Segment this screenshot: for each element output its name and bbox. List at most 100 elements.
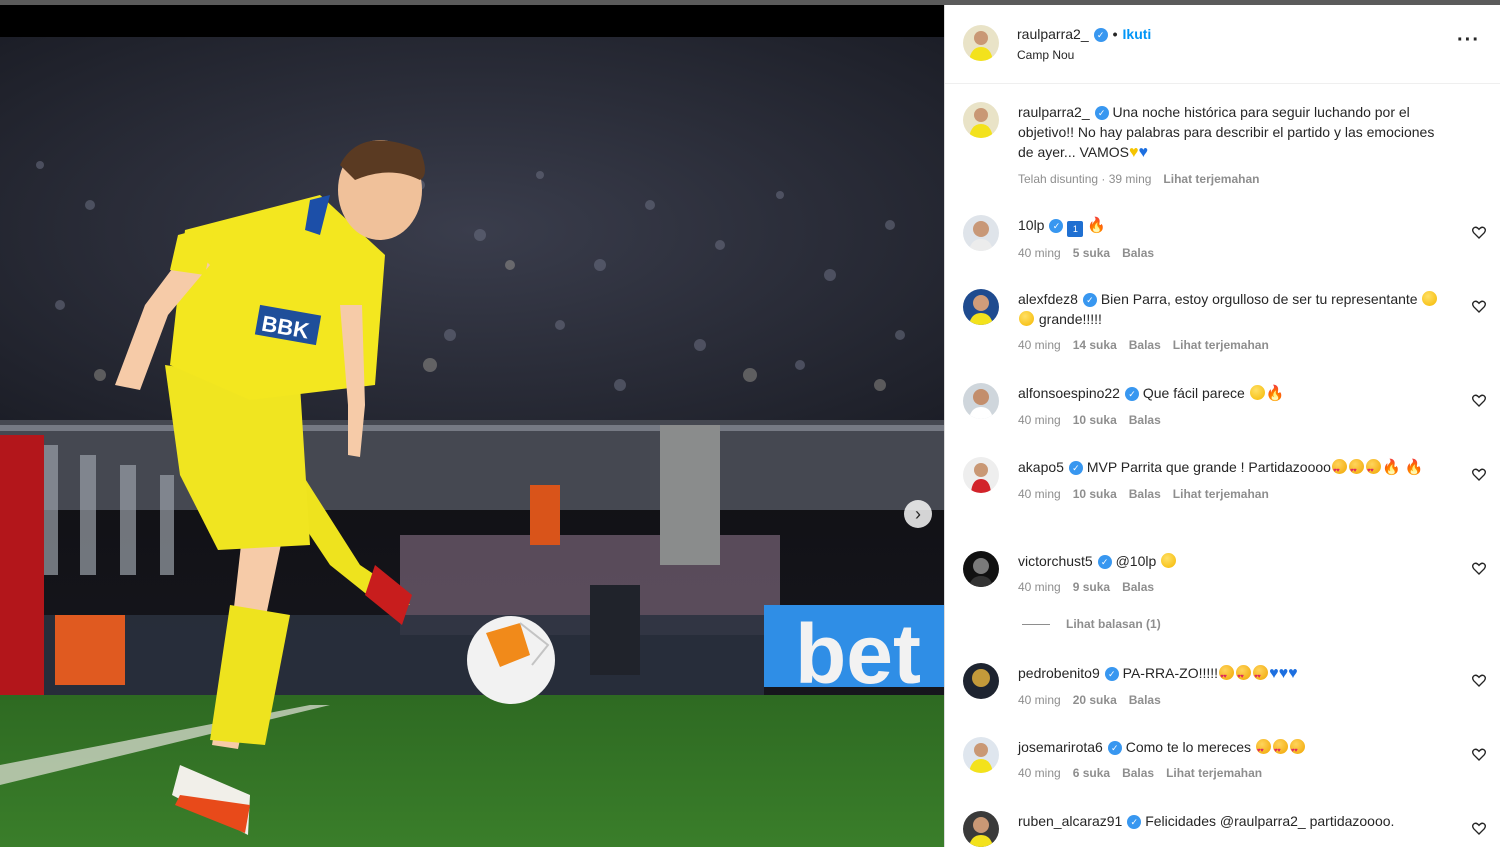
avatar[interactable] bbox=[963, 457, 999, 493]
comment-text: Que fácil parece bbox=[1142, 385, 1245, 401]
verified-badge-icon: ✓ bbox=[1127, 815, 1142, 830]
blue-square-emoji-icon: 1 bbox=[1067, 221, 1084, 237]
follow-button[interactable]: Ikuti bbox=[1123, 26, 1152, 42]
post-side-panel: raulparra2_ ✓ • Ikuti Camp Nou ··· raulparr… bbox=[944, 5, 1500, 847]
comment-likes[interactable]: 10 suka bbox=[1073, 413, 1117, 427]
avatar[interactable] bbox=[963, 663, 999, 699]
reply-link[interactable]: Balas bbox=[1122, 766, 1154, 780]
like-heart-icon[interactable] bbox=[1471, 672, 1487, 688]
reply-link[interactable]: Balas bbox=[1129, 693, 1161, 707]
comment-text: Felicidades @raulparra2_ partidazoooo. bbox=[1145, 813, 1395, 829]
comment-likes[interactable]: 6 suka bbox=[1073, 766, 1110, 780]
location-link[interactable]: Camp Nou bbox=[1017, 48, 1074, 62]
avatar[interactable] bbox=[963, 811, 999, 847]
comment-username[interactable]: josemarirota6 bbox=[1018, 739, 1103, 755]
heart-eyes-emoji-icon bbox=[1255, 739, 1271, 761]
caption-username[interactable]: raulparra2_ bbox=[1018, 104, 1090, 120]
comment-username[interactable]: 10lp bbox=[1018, 217, 1044, 233]
like-heart-icon[interactable] bbox=[1471, 746, 1487, 762]
like-heart-icon[interactable] bbox=[1471, 392, 1487, 408]
translate-link[interactable]: Lihat terjemahan bbox=[1166, 766, 1262, 780]
verified-badge-icon: ✓ bbox=[1124, 387, 1139, 402]
reply-link[interactable]: Balas bbox=[1122, 580, 1154, 594]
verified-badge-icon: ✓ bbox=[1097, 555, 1112, 570]
comment-username[interactable]: victorchust5 bbox=[1018, 553, 1093, 569]
caption-meta: Telah disunting · 39 ming Lihat terjemaha… bbox=[1018, 169, 1448, 189]
heart-eyes-emoji-icon bbox=[1272, 739, 1288, 761]
avatar[interactable] bbox=[963, 215, 999, 251]
comment-likes[interactable]: 5 suka bbox=[1073, 246, 1110, 260]
like-heart-icon[interactable] bbox=[1471, 820, 1487, 836]
comment-text: @10lp bbox=[1115, 553, 1157, 569]
comment-likes[interactable]: 9 suka bbox=[1073, 580, 1110, 594]
reply-link[interactable]: Balas bbox=[1122, 246, 1154, 260]
fire-emoji-icon: 🔥 bbox=[1404, 459, 1424, 476]
comment-time: 40 ming bbox=[1018, 766, 1061, 780]
heart-eyes-emoji-icon bbox=[1253, 665, 1269, 687]
reply-link[interactable]: Balas bbox=[1129, 338, 1161, 352]
post-media[interactable]: bet BBK › bbox=[0, 5, 944, 847]
comment-username[interactable]: ruben_alcaraz91 bbox=[1018, 813, 1122, 829]
comment-text: Como te lo mereces bbox=[1125, 739, 1251, 755]
heart-eyes-emoji-icon bbox=[1365, 459, 1381, 481]
blue-heart-icon: ♥ bbox=[1138, 144, 1149, 161]
verified-badge-icon: ✓ bbox=[1094, 106, 1109, 121]
comment-likes[interactable]: 14 suka bbox=[1073, 338, 1117, 352]
avatar[interactable] bbox=[963, 551, 999, 587]
heart-eyes-emoji-icon bbox=[1289, 739, 1305, 761]
heart-eyes-emoji-icon bbox=[1236, 665, 1252, 687]
comment-text: PA-RRA-ZO!!!!! bbox=[1122, 665, 1219, 681]
view-replies-button[interactable]: Lihat balasan (1) bbox=[1022, 617, 1161, 631]
comment-time: 40 ming bbox=[1018, 487, 1061, 501]
avatar[interactable] bbox=[963, 25, 999, 61]
like-heart-icon[interactable] bbox=[1471, 466, 1487, 482]
comment-time: 40 ming bbox=[1018, 413, 1061, 427]
heart-eyes-emoji-icon bbox=[1331, 459, 1347, 481]
fire-emoji-icon: 🔥 bbox=[1087, 217, 1106, 234]
comment-text-end: grande!!!!! bbox=[1038, 311, 1102, 327]
translate-link[interactable]: Lihat terjemahan bbox=[1173, 338, 1269, 352]
verified-badge-icon: ✓ bbox=[1093, 28, 1108, 43]
comments-list[interactable]: raulparra2_ ✓ Una noche histórica para se… bbox=[945, 84, 1500, 847]
blue-heart-icon: ♥ bbox=[1269, 665, 1279, 682]
separator-dot: • bbox=[1112, 26, 1118, 42]
comment-time: 40 ming bbox=[1018, 580, 1061, 594]
comment-username[interactable]: pedrobenito9 bbox=[1018, 665, 1100, 681]
avatar[interactable] bbox=[963, 102, 999, 138]
reply-link[interactable]: Balas bbox=[1129, 487, 1161, 501]
comment-likes[interactable]: 10 suka bbox=[1073, 487, 1117, 501]
verified-badge-icon: ✓ bbox=[1107, 741, 1122, 756]
comment-likes[interactable]: 20 suka bbox=[1073, 693, 1117, 707]
verified-badge-icon: ✓ bbox=[1068, 461, 1083, 476]
comment-username[interactable]: akapo5 bbox=[1018, 459, 1064, 475]
like-heart-icon[interactable] bbox=[1471, 298, 1487, 314]
avatar[interactable] bbox=[963, 383, 999, 419]
heart-eyes-emoji-icon bbox=[1219, 665, 1235, 687]
avatar[interactable] bbox=[963, 289, 999, 325]
header-user-line: raulparra2_ ✓ • Ikuti bbox=[1017, 26, 1152, 43]
stadium-photo: bet BBK bbox=[0, 5, 944, 847]
comment-username[interactable]: alexfdez8 bbox=[1018, 291, 1078, 307]
comment-time: 40 ming bbox=[1018, 246, 1061, 260]
clapping-hands-emoji-icon bbox=[1249, 385, 1265, 400]
comment-time: 40 ming bbox=[1018, 338, 1061, 352]
blue-heart-icon: ♥ bbox=[1278, 665, 1289, 682]
fire-emoji-icon: 🔥 bbox=[1265, 385, 1285, 402]
like-heart-icon[interactable] bbox=[1471, 224, 1487, 240]
verified-badge-icon: ✓ bbox=[1049, 219, 1064, 234]
reply-link[interactable]: Balas bbox=[1129, 413, 1161, 427]
heart-eyes-emoji-icon bbox=[1348, 459, 1364, 481]
verified-badge-icon: ✓ bbox=[1104, 667, 1119, 682]
header-username[interactable]: raulparra2_ bbox=[1017, 26, 1089, 42]
more-options-icon[interactable]: ··· bbox=[1457, 29, 1480, 52]
sunglasses-face-emoji-icon bbox=[1161, 553, 1177, 568]
comment-username[interactable]: alfonsoespino22 bbox=[1018, 385, 1120, 401]
translate-link[interactable]: Lihat terjemahan bbox=[1163, 172, 1259, 186]
smiling-face-emoji-icon bbox=[1422, 291, 1438, 306]
chevron-right-icon[interactable]: › bbox=[904, 500, 932, 528]
avatar[interactable] bbox=[963, 737, 999, 773]
caption-edited-time: Telah disunting · 39 ming bbox=[1018, 172, 1152, 186]
like-heart-icon[interactable] bbox=[1471, 560, 1487, 576]
blue-heart-icon: ♥ bbox=[1288, 665, 1298, 682]
translate-link[interactable]: Lihat terjemahan bbox=[1173, 487, 1269, 501]
